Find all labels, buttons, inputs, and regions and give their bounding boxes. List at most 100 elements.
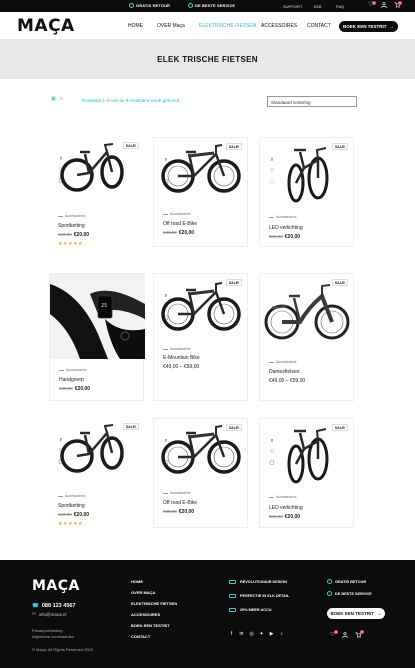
footer-phone[interactable]: ☎ 088 123 4567 xyxy=(32,603,76,609)
product-name[interactable]: Sportketting xyxy=(58,503,85,509)
zoom-icon[interactable]: ⌕ xyxy=(269,157,275,163)
zoom-icon[interactable]: ⌕ xyxy=(163,293,169,299)
footer-nav-accessories[interactable]: ACCESSOIRES xyxy=(131,612,160,617)
product-name[interactable]: LED verlichting xyxy=(269,505,303,511)
facebook-icon[interactable]: f xyxy=(229,632,234,637)
footer-logo[interactable]: MAÇA xyxy=(32,578,80,594)
product-card[interactable]: SALE! ⌕ ♡ ▢ Accessoires LED verlichting … xyxy=(259,137,354,247)
wishlist-icon[interactable]: ♡ xyxy=(269,168,275,174)
tiktok-icon[interactable]: ♪ xyxy=(279,632,284,637)
wishlist-icon[interactable]: ♡ xyxy=(269,449,275,455)
product-price: €40,00 €20,00 xyxy=(163,509,194,515)
wishlist-icon[interactable]: ♡ 0 xyxy=(367,1,376,9)
product-category[interactable]: Accessoires xyxy=(163,347,190,351)
add-to-cart-icon[interactable]: ▢ xyxy=(163,179,169,185)
footer-nav-electric-bikes[interactable]: ELEKTRISCHE FIETSEN xyxy=(131,601,177,606)
product-card[interactable]: SALE! ⌕ ♡ ▢ Accessoires E-Mountain Bike … xyxy=(153,273,248,401)
footer-book-test-ride-button[interactable]: BOEK EEN TESTRIT → xyxy=(327,608,385,619)
add-to-cart-icon[interactable]: ▢ xyxy=(58,459,64,465)
footer-usp-label: REVOLUTIONAIR DESIGN xyxy=(240,580,288,584)
footer-email[interactable]: ✉ info@maca.nl xyxy=(32,611,66,617)
twitter-icon[interactable]: ✦ xyxy=(259,632,264,637)
terms-link[interactable]: Algemene voorwaarden xyxy=(32,634,74,639)
grid-view-icon[interactable]: ▦ xyxy=(51,97,56,102)
wishlist-icon[interactable]: ♡ xyxy=(163,304,169,310)
product-name[interactable]: Sportketting xyxy=(58,223,85,229)
wishlist-count-badge: 0 xyxy=(333,630,338,634)
zoom-icon[interactable]: ⌕ xyxy=(58,437,64,443)
wishlist-icon[interactable]: ♡ xyxy=(58,167,64,173)
sale-price: €20,00 xyxy=(284,514,301,520)
product-name[interactable]: E-Mountain Bike xyxy=(163,355,200,361)
product-card[interactable]: SALE! Accessoires Damesfietsen €49,00 – … xyxy=(259,273,354,401)
footer-usp-right-label: GRATIS RETOUR xyxy=(335,579,367,584)
product-category[interactable]: Accessoires xyxy=(163,212,190,216)
nav-home[interactable]: HOME xyxy=(128,23,143,29)
footer-nav-contact[interactable]: CONTACT xyxy=(131,634,150,639)
product-name[interactable]: Damesfietsen xyxy=(269,369,300,375)
nav-electric-bikes[interactable]: ELEKTRISCHE FIETSEN xyxy=(199,23,256,29)
mail-icon: ✉ xyxy=(32,611,36,616)
product-card[interactable]: SALE! ⌕ ♡ ▢ Accessoires LED verlichting … xyxy=(259,418,354,528)
product-card[interactable]: SALE! ⌕ ♡ ▢ Accessoires Sportketting €40… xyxy=(49,418,144,533)
sale-badge: SALE! xyxy=(226,424,242,431)
footer-usp-label: PERFECTIE IN ELK DETAIL xyxy=(240,594,290,598)
product-image[interactable]: 25 xyxy=(50,274,145,359)
cart-icon[interactable]: 0 xyxy=(393,1,402,9)
cart-icon[interactable]: 0 xyxy=(355,630,364,640)
wishlist-icon[interactable]: ♡ xyxy=(58,448,64,454)
product-category[interactable]: Accessoires xyxy=(269,495,296,499)
zoom-icon[interactable]: ⌕ xyxy=(269,438,275,444)
user-icon[interactable] xyxy=(342,632,348,640)
add-to-cart-icon[interactable]: ▢ xyxy=(163,315,169,321)
topbar-link-support[interactable]: SUPPORT xyxy=(283,4,302,9)
linkedin-icon[interactable]: in xyxy=(239,632,244,637)
product-card[interactable]: SALE! ⌕ ♡ ▢ Accessoires Off road E-Bike … xyxy=(153,418,248,528)
product-category[interactable]: Accessoires xyxy=(163,491,190,495)
zoom-icon[interactable]: ⌕ xyxy=(163,438,169,444)
nav-accessories[interactable]: ACCESSOIRES xyxy=(261,23,297,29)
phone-icon: ☎ xyxy=(32,603,39,609)
add-to-cart-icon[interactable]: ▢ xyxy=(269,179,275,185)
logo[interactable]: MAÇA xyxy=(17,16,75,36)
wishlist-icon[interactable]: ♡ 0 xyxy=(330,630,338,640)
zoom-icon[interactable]: ⌕ xyxy=(163,157,169,163)
footer-nav-home[interactable]: HOME xyxy=(131,579,143,584)
product-name[interactable]: Off road E-Bike xyxy=(163,500,197,506)
add-to-cart-icon[interactable]: ▢ xyxy=(163,460,169,466)
check-circle-icon xyxy=(327,579,332,584)
nav-contact[interactable]: CONTACT xyxy=(307,23,331,29)
product-category[interactable]: Accessoires xyxy=(58,494,85,498)
product-card[interactable]: SALE! ⌕ ♡ ▢ Accessoires Sportketting €40… xyxy=(49,137,144,252)
privacy-link[interactable]: Privacyverklaring xyxy=(32,628,62,633)
topbar-link-faq[interactable]: FAQ xyxy=(336,4,344,9)
zoom-icon[interactable]: ⌕ xyxy=(58,156,64,162)
wishlist-icon[interactable]: ♡ xyxy=(163,168,169,174)
footer-nav-about[interactable]: OVER MAÇA xyxy=(131,590,155,595)
youtube-icon[interactable]: ▶ xyxy=(269,632,274,637)
topbar-link-b2b[interactable]: B2B xyxy=(314,4,322,9)
add-to-cart-icon[interactable]: ▢ xyxy=(58,178,64,184)
user-icon[interactable] xyxy=(380,2,387,9)
product-name[interactable]: Handgreep xyxy=(59,377,84,383)
add-to-cart-icon[interactable]: ▢ xyxy=(269,460,275,466)
product-card[interactable]: SALE! ⌕ ♡ ▢ Accessoires Off road E-Bike … xyxy=(153,137,248,247)
product-price: €40,00 €20,00 xyxy=(269,514,300,520)
sort-select[interactable]: Standaard sortering xyxy=(267,96,357,107)
instagram-icon[interactable]: ◎ xyxy=(249,632,254,637)
product-name[interactable]: LED verlichting xyxy=(269,225,303,231)
product-category[interactable]: Accessoires xyxy=(58,214,85,218)
result-count: Resultaat 1–9 van de 9 resultaten wordt … xyxy=(82,97,180,103)
page-title: ELEK TRISCHE FIETSEN xyxy=(157,55,258,64)
nav-about[interactable]: OVER Maça xyxy=(157,23,185,29)
product-category[interactable]: Accessoires xyxy=(269,360,296,364)
list-view-icon[interactable]: ≡ xyxy=(60,97,65,102)
product-image[interactable] xyxy=(260,274,355,354)
book-test-ride-button[interactable]: BOEK EEN TESTRIT → xyxy=(339,20,398,32)
product-name[interactable]: Off road E-Bike xyxy=(163,221,197,227)
wishlist-icon[interactable]: ♡ xyxy=(163,449,169,455)
product-category[interactable]: Accessoires xyxy=(269,215,296,219)
product-category[interactable]: Accessoires xyxy=(59,368,86,372)
footer-nav-test-ride[interactable]: BOEK EEN TESTRIT xyxy=(131,623,170,628)
product-card[interactable]: 25 Accessoires Handgreep €40,00 €20,00 xyxy=(49,273,145,401)
